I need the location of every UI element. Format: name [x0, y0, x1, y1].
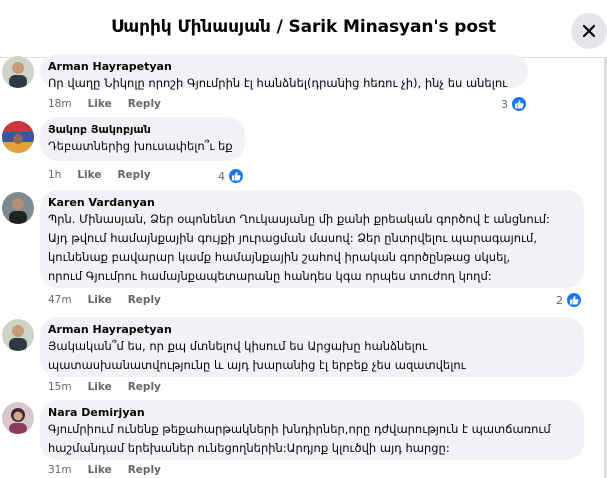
comment-time[interactable]: 18m [48, 98, 72, 110]
comment-actions: 18m Like Reply [48, 98, 177, 110]
comment-bubble: Arman Hayrapetyan Յակական՞մ ես, որ քպ մտ… [40, 317, 584, 377]
comment-author[interactable]: Arman Hayrapetyan [48, 323, 572, 337]
avatar[interactable] [2, 192, 34, 224]
avatar[interactable] [2, 121, 34, 153]
thumbs-up-icon [511, 96, 527, 112]
comment-bubble: Յակոբ Յակոբյան Դեբատներից խուսափելո՞ւ եք [40, 117, 245, 161]
comment-author[interactable]: Nara Demirjyan [48, 406, 572, 420]
comment-author[interactable]: Karen Vardanyan [48, 196, 572, 210]
avatar[interactable] [2, 402, 34, 434]
avatar[interactable] [2, 319, 34, 351]
comment-bubble: Nara Demirjyan Գյումրիում ունենք թեքահար… [40, 400, 584, 460]
like-button[interactable]: Like [88, 98, 112, 110]
reaction-count[interactable]: 4 [218, 168, 244, 184]
comment-text: Յակական՞մ ես, որ քպ մտնելով կիսում ես Ար… [48, 339, 466, 372]
reply-button[interactable]: Reply [117, 169, 150, 181]
dialog-header: Սարիկ Մինասյան / Sarik Minasyan's post [0, 0, 607, 58]
comment-actions: 31m Like Reply [48, 464, 177, 476]
like-button[interactable]: Like [88, 464, 112, 476]
comment-text: Որ վաղը Նիկոլը որոշի Գյումրին էլ հանձնել… [48, 76, 508, 90]
close-button[interactable] [571, 13, 607, 49]
reaction-number: 4 [218, 169, 225, 183]
reaction-number: 2 [556, 293, 563, 307]
like-button[interactable]: Like [88, 381, 112, 393]
avatar[interactable] [2, 56, 34, 88]
reply-button[interactable]: Reply [128, 381, 161, 393]
comment-text: Դեբատներից խուսափելո՞ւ եք [48, 139, 233, 153]
comment-actions: 47m Like Reply [48, 294, 177, 306]
thumbs-up-icon [566, 292, 582, 308]
dialog-title: Սարիկ Մինասյան / Sarik Minasyan's post [110, 17, 496, 37]
reply-button[interactable]: Reply [128, 98, 161, 110]
close-icon [582, 24, 596, 38]
reaction-count[interactable]: 3 [501, 96, 527, 112]
comment-time[interactable]: 47m [48, 294, 72, 306]
like-button[interactable]: Like [77, 169, 101, 181]
comment-actions: 15m Like Reply [48, 381, 177, 393]
comment-actions: 1h Like Reply [48, 169, 167, 181]
comment-time[interactable]: 1h [48, 169, 61, 181]
comment-author[interactable]: Arman Hayrapetyan [48, 60, 516, 74]
comment-text: Գյումրիում ունենք թեքահարթակների խնդիրնե… [48, 422, 551, 455]
reply-button[interactable]: Reply [128, 294, 161, 306]
comment-author[interactable]: Յակոբ Յակոբյան [48, 123, 233, 137]
reply-button[interactable]: Reply [128, 464, 161, 476]
comment-bubble: Karen Vardanyan Պրն. Մինասյան, Ձեր օպոնե… [40, 190, 584, 288]
like-button[interactable]: Like [88, 294, 112, 306]
comment-time[interactable]: 15m [48, 381, 72, 393]
reaction-number: 3 [501, 97, 508, 111]
comment-bubble: Arman Hayrapetyan Որ վաղը Նիկոլը որոշի Գ… [40, 54, 528, 90]
comment-text: Պրն. Մինասյան, Ձեր օպոնենտ Ղուկասյանը մի… [48, 212, 550, 283]
thumbs-up-icon [228, 168, 244, 184]
comment-time[interactable]: 31m [48, 464, 72, 476]
reaction-count[interactable]: 2 [556, 292, 582, 308]
